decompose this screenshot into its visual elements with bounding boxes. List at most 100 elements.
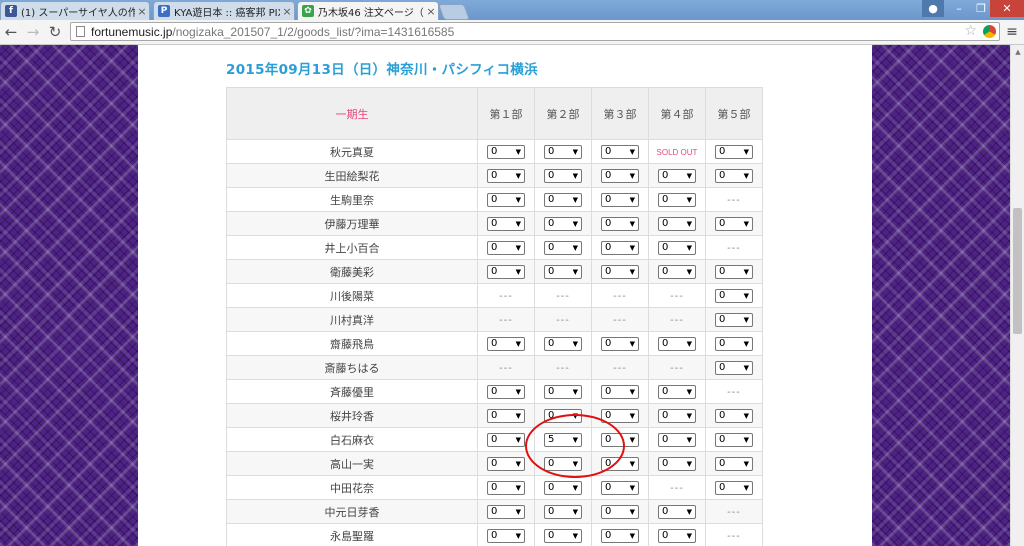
- quantity-select[interactable]: 0 ▼: [487, 504, 525, 519]
- tab-nogizaka-order[interactable]: ✿ 乃木坂46 注文ページ（抽選 ×: [297, 1, 439, 20]
- quantity-select[interactable]: 0 ▼: [601, 504, 639, 519]
- quantity-select[interactable]: 0 ▼: [658, 264, 696, 279]
- dropdown-arrow-icon: ▼: [686, 411, 692, 420]
- quantity-select[interactable]: 0 ▼: [658, 384, 696, 399]
- quantity-select[interactable]: 0 ▼: [601, 384, 639, 399]
- quantity-select[interactable]: 0 ▼: [544, 528, 582, 543]
- scrollbar-thumb[interactable]: [1013, 208, 1022, 334]
- new-tab-button[interactable]: [438, 4, 470, 20]
- back-arrow-icon[interactable]: ←: [2, 23, 20, 41]
- extension-icon[interactable]: [983, 25, 996, 38]
- quantity-select[interactable]: 0 ▼: [487, 168, 525, 183]
- close-icon[interactable]: ×: [280, 5, 294, 18]
- quantity-select[interactable]: 0 ▼: [544, 336, 582, 351]
- quantity-select[interactable]: 0 ▼: [658, 504, 696, 519]
- forward-arrow-icon[interactable]: →: [24, 23, 42, 41]
- quantity-select[interactable]: 0 ▼: [715, 456, 753, 471]
- quantity-select[interactable]: 0 ▼: [715, 480, 753, 495]
- scroll-up-arrow-icon[interactable]: ▲: [1011, 45, 1024, 59]
- quantity-select[interactable]: 0 ▼: [544, 144, 582, 159]
- vertical-scrollbar[interactable]: ▲: [1010, 45, 1024, 546]
- address-bar[interactable]: fortunemusic.jp/nogizaka_201507_1/2/good…: [70, 22, 1000, 41]
- quantity-select[interactable]: 0 ▼: [601, 192, 639, 207]
- quantity-select[interactable]: 0 ▼: [544, 192, 582, 207]
- quantity-select[interactable]: 0 ▼: [601, 264, 639, 279]
- session-cell: 0 ▼: [591, 331, 649, 356]
- quantity-select[interactable]: 0 ▼: [601, 216, 639, 231]
- quantity-value: 0: [548, 217, 555, 229]
- quantity-select[interactable]: 0 ▼: [487, 432, 525, 447]
- session-cell: ---: [534, 283, 592, 308]
- user-profile-icon[interactable]: ●: [922, 0, 944, 17]
- session-cell: 0 ▼: [477, 451, 535, 476]
- quantity-select[interactable]: 0 ▼: [658, 240, 696, 255]
- quantity-select[interactable]: 0 ▼: [544, 384, 582, 399]
- quantity-select[interactable]: 0 ▼: [715, 216, 753, 231]
- quantity-select[interactable]: 0 ▼: [601, 480, 639, 495]
- chrome-menu-icon[interactable]: ≡: [1005, 24, 1019, 40]
- quantity-select[interactable]: 0 ▼: [715, 312, 753, 327]
- session-cell: 0 ▼: [705, 427, 763, 452]
- quantity-select[interactable]: 0 ▼: [658, 336, 696, 351]
- tab-facebook[interactable]: f (1) スーパーサイヤ人の作り方 ×: [0, 1, 150, 20]
- quantity-select[interactable]: 0 ▼: [715, 168, 753, 183]
- quantity-select[interactable]: 0 ▼: [658, 216, 696, 231]
- close-icon[interactable]: ×: [424, 5, 438, 18]
- quantity-select[interactable]: 0 ▼: [601, 144, 639, 159]
- quantity-select[interactable]: 0 ▼: [487, 408, 525, 423]
- quantity-select[interactable]: 0 ▼: [658, 432, 696, 447]
- quantity-select[interactable]: 0 ▼: [658, 168, 696, 183]
- quantity-select[interactable]: 5 ▼: [544, 432, 582, 447]
- quantity-select[interactable]: 0 ▼: [658, 408, 696, 423]
- quantity-select[interactable]: 0 ▼: [487, 336, 525, 351]
- quantity-select[interactable]: 0 ▼: [487, 384, 525, 399]
- quantity-select[interactable]: 0 ▼: [544, 240, 582, 255]
- quantity-select[interactable]: 0 ▼: [544, 168, 582, 183]
- quantity-select[interactable]: 0 ▼: [715, 288, 753, 303]
- quantity-select[interactable]: 0 ▼: [715, 432, 753, 447]
- quantity-select[interactable]: 0 ▼: [601, 432, 639, 447]
- quantity-select[interactable]: 0 ▼: [715, 144, 753, 159]
- quantity-select[interactable]: 0 ▼: [715, 408, 753, 423]
- session-cell: 0 ▼: [477, 475, 535, 500]
- quantity-select[interactable]: 0 ▼: [601, 240, 639, 255]
- bookmark-star-icon[interactable]: ☆: [964, 23, 977, 40]
- reload-icon[interactable]: ↻: [46, 23, 64, 41]
- quantity-select[interactable]: 0 ▼: [487, 240, 525, 255]
- quantity-select[interactable]: 0 ▼: [487, 216, 525, 231]
- quantity-select[interactable]: 0 ▼: [487, 192, 525, 207]
- quantity-select[interactable]: 0 ▼: [544, 504, 582, 519]
- quantity-select[interactable]: 0 ▼: [544, 480, 582, 495]
- quantity-select[interactable]: 0 ▼: [658, 528, 696, 543]
- quantity-select[interactable]: 0 ▼: [715, 264, 753, 279]
- close-window-icon[interactable]: ✕: [990, 0, 1024, 17]
- session-cell: ---: [648, 475, 706, 500]
- quantity-select[interactable]: 0 ▼: [544, 456, 582, 471]
- background-pattern-right: [872, 45, 1010, 546]
- quantity-select[interactable]: 0 ▼: [544, 408, 582, 423]
- quantity-select[interactable]: 0 ▼: [715, 336, 753, 351]
- quantity-select[interactable]: 0 ▼: [601, 528, 639, 543]
- quantity-select[interactable]: 0 ▼: [544, 216, 582, 231]
- dropdown-arrow-icon: ▼: [572, 459, 578, 468]
- tab-pixnet[interactable]: P KYA遊日本 :: 癌客邦 PIX ×: [153, 1, 295, 20]
- quantity-select[interactable]: 0 ▼: [487, 528, 525, 543]
- url-text[interactable]: fortunemusic.jp/nogizaka_201507_1/2/good…: [91, 24, 454, 40]
- quantity-select[interactable]: 0 ▼: [601, 456, 639, 471]
- dropdown-arrow-icon: ▼: [629, 339, 635, 348]
- quantity-select[interactable]: 0 ▼: [544, 264, 582, 279]
- table-row: 生駒里奈 0 ▼ 0 ▼ 0 ▼ 0 ▼ ---: [226, 187, 763, 212]
- quantity-select[interactable]: 0 ▼: [487, 480, 525, 495]
- quantity-select[interactable]: 0 ▼: [487, 144, 525, 159]
- quantity-select[interactable]: 0 ▼: [658, 456, 696, 471]
- quantity-select[interactable]: 0 ▼: [601, 168, 639, 183]
- quantity-select[interactable]: 0 ▼: [658, 192, 696, 207]
- quantity-select[interactable]: 0 ▼: [487, 264, 525, 279]
- dropdown-arrow-icon: ▼: [572, 507, 578, 516]
- quantity-select[interactable]: 0 ▼: [715, 360, 753, 375]
- close-icon[interactable]: ×: [135, 5, 149, 18]
- session-cell: 0 ▼: [705, 403, 763, 428]
- quantity-select[interactable]: 0 ▼: [601, 336, 639, 351]
- quantity-select[interactable]: 0 ▼: [487, 456, 525, 471]
- quantity-select[interactable]: 0 ▼: [601, 408, 639, 423]
